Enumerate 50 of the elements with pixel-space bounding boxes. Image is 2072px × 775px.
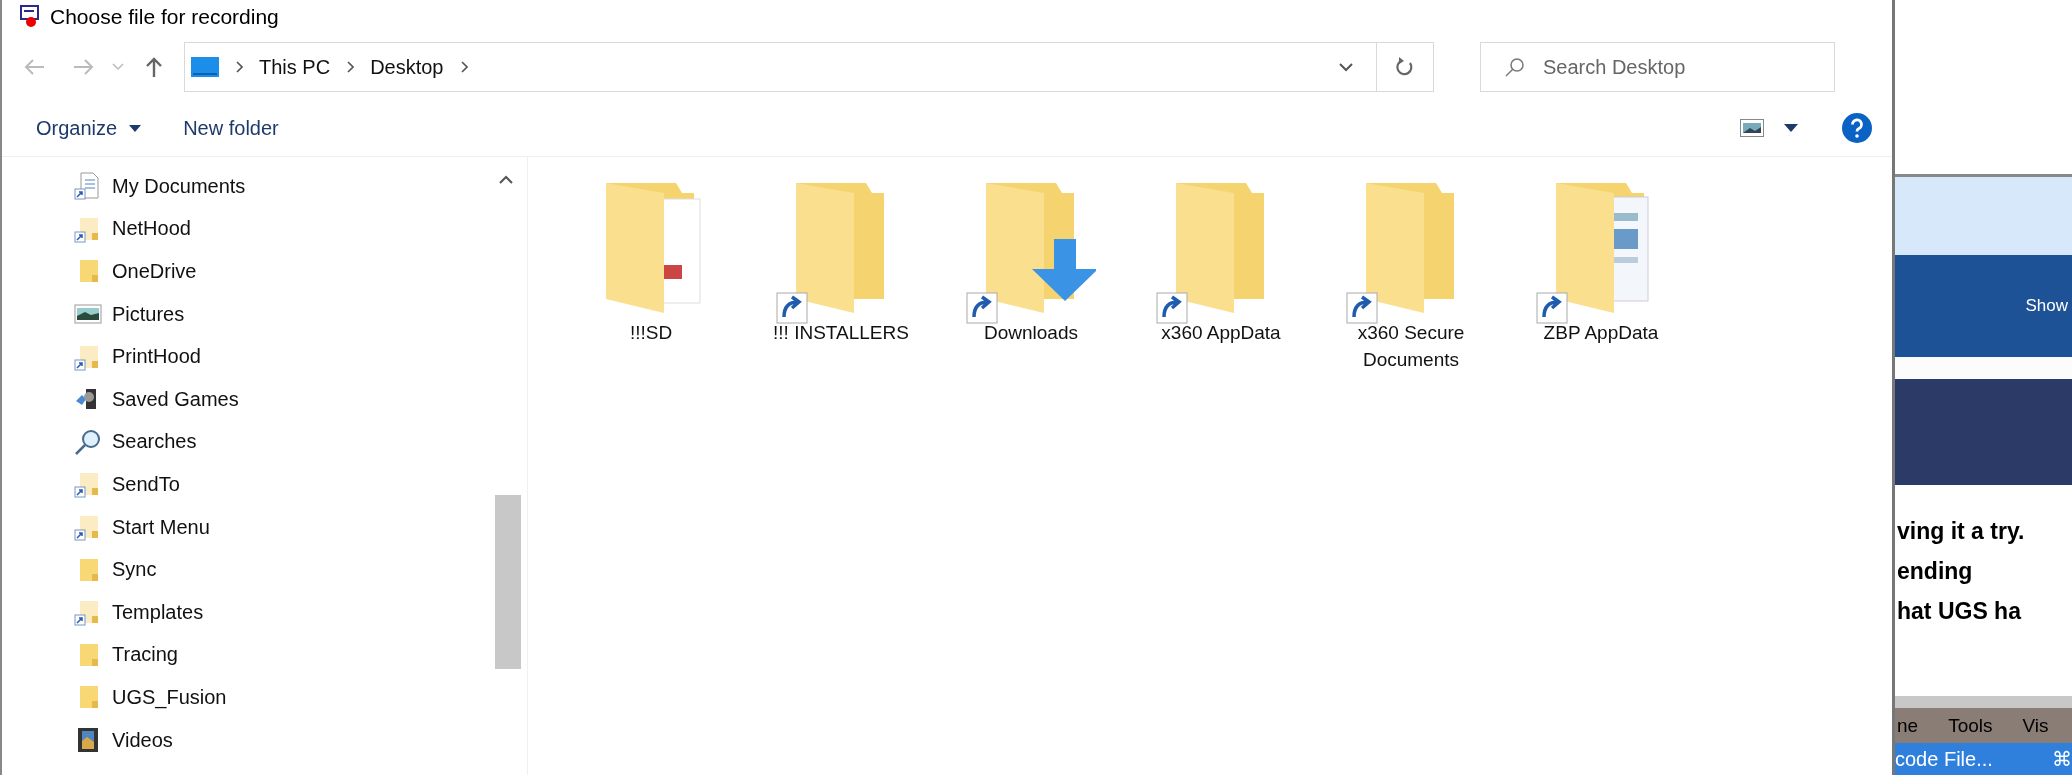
sidebar-item[interactable]: PrintHood bbox=[74, 335, 491, 378]
page-text: ending bbox=[1897, 556, 1973, 586]
view-icon[interactable] bbox=[1740, 119, 1764, 137]
dropdown-icon[interactable] bbox=[1338, 62, 1354, 72]
sidebar-item[interactable]: My Documents bbox=[74, 165, 491, 208]
up-arrow-icon[interactable] bbox=[144, 56, 164, 78]
page-text: ving it a try. bbox=[1897, 516, 2025, 546]
refresh-icon bbox=[1395, 56, 1415, 78]
sidebar-item[interactable]: Searches bbox=[74, 420, 491, 464]
computer-icon bbox=[191, 56, 219, 78]
caret-icon bbox=[129, 124, 142, 132]
folder-item[interactable]: !!!SD bbox=[556, 177, 746, 346]
sidebar-item[interactable]: UGS_Fusion bbox=[74, 676, 491, 719]
scrollbar-thumb[interactable] bbox=[495, 495, 521, 669]
search-icon bbox=[1504, 56, 1526, 78]
folder-item[interactable]: ZBP AppData bbox=[1506, 177, 1696, 346]
folder-item[interactable]: x360 AppData bbox=[1126, 177, 1316, 346]
sidebar-item[interactable]: Videos bbox=[74, 718, 491, 762]
sidebar-item[interactable]: NetHood bbox=[74, 207, 491, 251]
sidebar-item[interactable]: OneDrive bbox=[74, 250, 491, 293]
sidebar-item[interactable]: Start Menu bbox=[74, 505, 491, 549]
menu-item[interactable]: Vis bbox=[2022, 714, 2049, 737]
sidebar-item[interactable]: SendTo bbox=[74, 463, 491, 506]
chevron-right-icon bbox=[346, 61, 355, 73]
address-bar[interactable]: This PC Desktop bbox=[184, 42, 1434, 92]
menu-item[interactable]: ne bbox=[1897, 714, 1919, 737]
sidebar-item[interactable]: Tracing bbox=[74, 633, 491, 677]
folder-item[interactable]: !!! INSTALLERS bbox=[746, 177, 936, 346]
menu-item[interactable]: Tools bbox=[1948, 714, 1993, 737]
chevron-right-icon bbox=[235, 61, 243, 73]
window-title: Choose file for recording bbox=[50, 5, 279, 29]
show-link[interactable]: Show bbox=[2025, 296, 2068, 316]
chevron-right-icon bbox=[459, 61, 468, 73]
page-text: hat UGS ha bbox=[1897, 596, 2021, 626]
sidebar-item[interactable]: Sync bbox=[74, 548, 491, 591]
breadcrumb[interactable]: This PC bbox=[259, 55, 331, 79]
scroll-up-icon[interactable] bbox=[499, 175, 513, 184]
caret-icon[interactable] bbox=[1784, 124, 1798, 132]
folder-item[interactable]: Downloads bbox=[936, 177, 1126, 346]
sidebar-item[interactable]: Saved Games bbox=[74, 377, 491, 421]
breadcrumb[interactable]: Desktop bbox=[370, 55, 444, 79]
sidebar-item[interactable]: Pictures bbox=[74, 292, 491, 336]
menu-entry[interactable]: code File... ⌘ bbox=[1895, 743, 2072, 775]
new-folder-button[interactable]: New folder bbox=[171, 110, 291, 146]
app-icon bbox=[20, 5, 42, 29]
sidebar-item[interactable]: Templates bbox=[74, 590, 491, 634]
search-field[interactable]: Search Desktop bbox=[1480, 42, 1835, 92]
organize-button[interactable]: Organize bbox=[24, 110, 154, 146]
help-icon[interactable] bbox=[1842, 113, 1872, 143]
folder-item[interactable]: x360 Secure Documents bbox=[1316, 177, 1506, 373]
